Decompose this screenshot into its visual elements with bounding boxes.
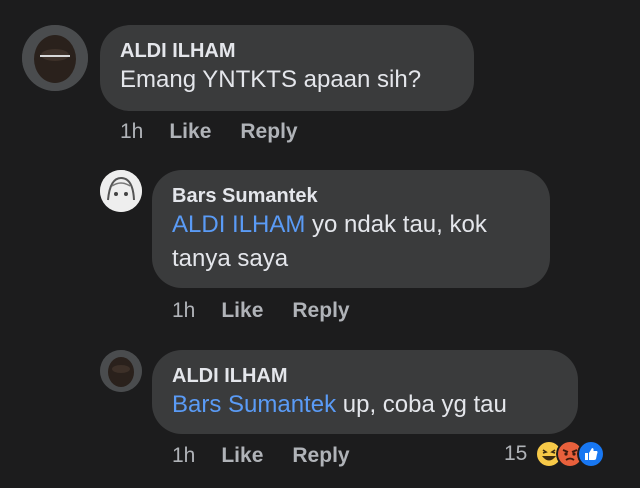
- comment-timestamp[interactable]: 1h: [172, 444, 195, 468]
- reply-button[interactable]: Reply: [240, 120, 297, 144]
- comment-actions: 1h Like Reply: [172, 444, 379, 468]
- comment-author[interactable]: ALDI ILHAM: [172, 364, 558, 388]
- avatar-aldi-ilham[interactable]: [100, 350, 142, 392]
- comment-actions: 1h Like Reply: [172, 299, 379, 323]
- like-icon: [577, 440, 606, 468]
- reaction-summary[interactable]: 15: [504, 440, 606, 468]
- comment-text: Emang YNTKTS apaan sih?: [120, 66, 422, 93]
- comment-author[interactable]: ALDI ILHAM: [120, 39, 454, 63]
- reply-bubble: Bars Sumantek ALDI ILHAM yo ndak tau, ko…: [152, 170, 550, 288]
- reaction-count: 15: [504, 442, 528, 465]
- comment-text: ALDI ILHAM yo ndak tau, kok tanya saya: [172, 211, 487, 272]
- anime-drawing-icon: [100, 170, 142, 212]
- comment-timestamp[interactable]: 1h: [172, 299, 195, 323]
- comment-actions: 1h Like Reply: [120, 120, 327, 144]
- reply-button[interactable]: Reply: [292, 299, 349, 323]
- comment-author[interactable]: Bars Sumantek: [172, 184, 530, 208]
- comment-bubble: ALDI ILHAM Emang YNTKTS apaan sih?: [100, 25, 474, 111]
- mention-link[interactable]: ALDI ILHAM: [172, 211, 305, 238]
- person-photo-icon: [100, 350, 142, 392]
- comment-thread: ALDI ILHAM Emang YNTKTS apaan sih? 1h Li…: [0, 0, 640, 488]
- comment-timestamp[interactable]: 1h: [120, 120, 143, 144]
- reply-bubble: ALDI ILHAM Bars Sumantek up, coba yg tau: [152, 350, 578, 434]
- person-photo-icon: [22, 25, 88, 91]
- reply-button[interactable]: Reply: [292, 444, 349, 468]
- avatar-aldi-ilham[interactable]: [22, 25, 88, 91]
- like-button[interactable]: Like: [221, 444, 263, 468]
- like-button[interactable]: Like: [221, 299, 263, 323]
- mention-link[interactable]: Bars Sumantek: [172, 391, 336, 418]
- comment-text: Bars Sumantek up, coba yg tau: [172, 391, 507, 418]
- like-button[interactable]: Like: [169, 120, 211, 144]
- avatar-bars-sumantek[interactable]: [100, 170, 142, 212]
